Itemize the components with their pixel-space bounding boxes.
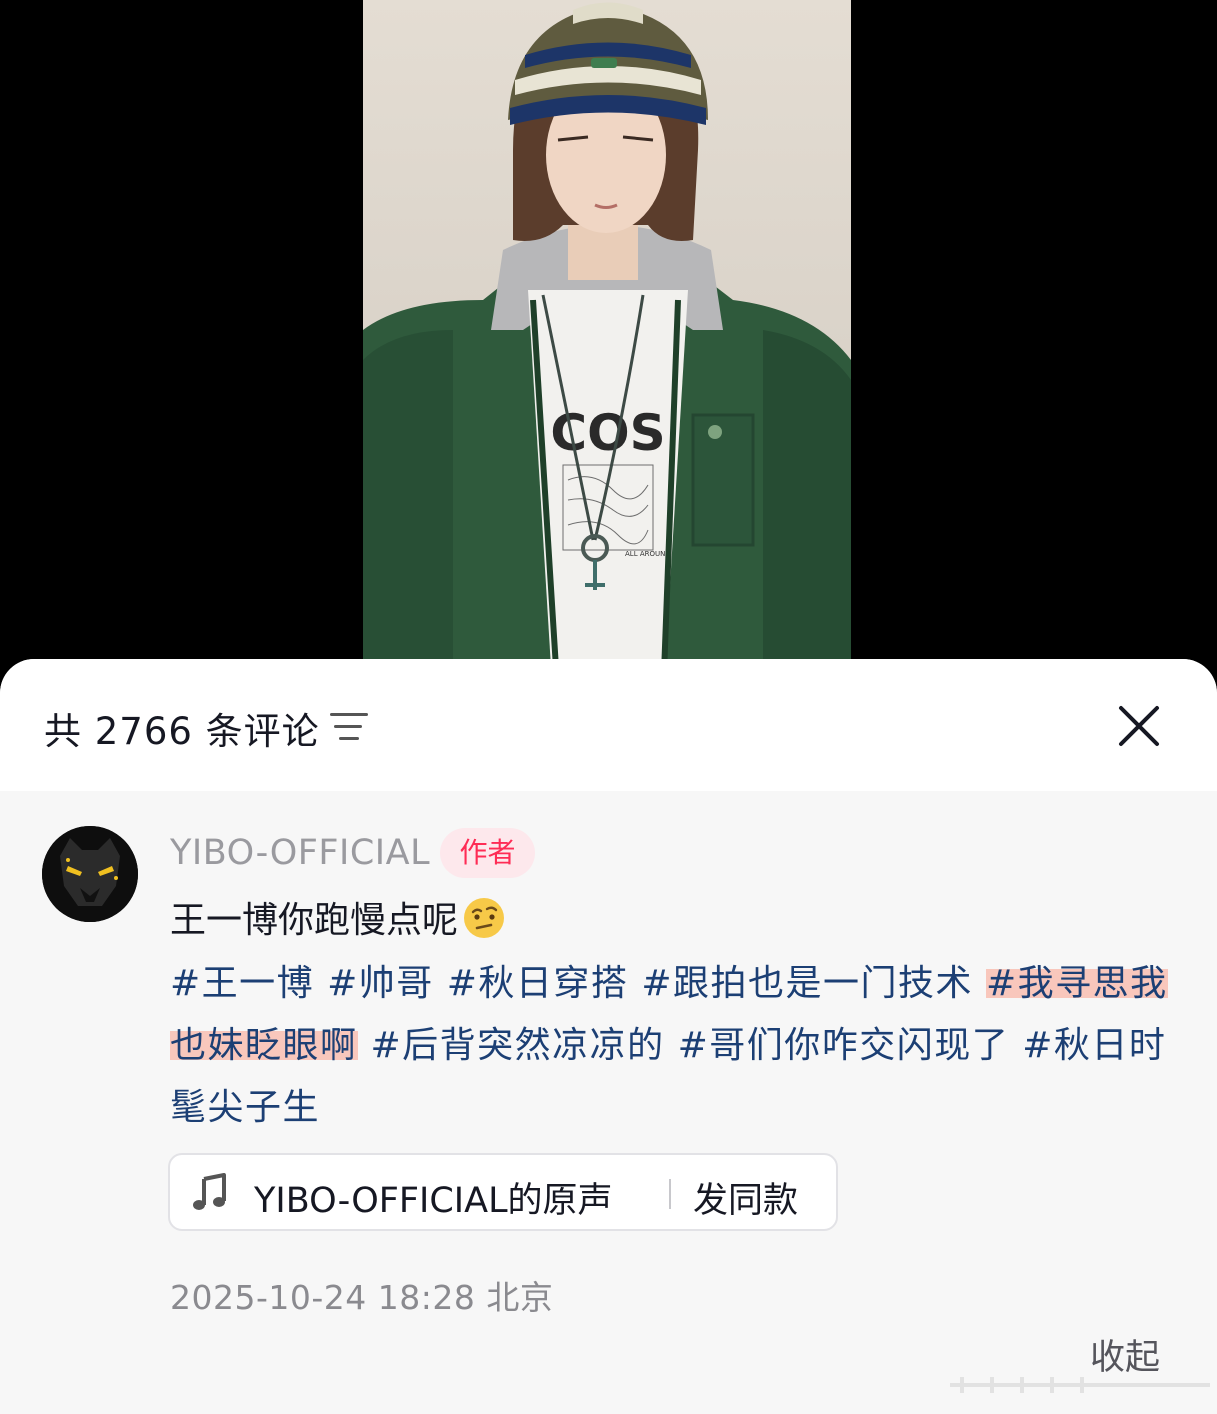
comment-body: 王一博你跑慢点呢 <box>170 900 459 941</box>
author-name[interactable]: YIBO-OFFICIAL <box>170 833 430 873</box>
video-person-illustration: COS ALL AROUND <box>363 2 851 700</box>
chip-divider <box>669 1179 671 1209</box>
music-note-icon <box>193 1173 226 1210</box>
comment-location: 北京 <box>486 1278 554 1317</box>
hashtag-link[interactable]: #后背突然凉凉的 <box>370 1025 664 1066</box>
hashtag-link[interactable]: #帅哥 <box>327 963 434 1004</box>
hashtag-link[interactable]: #王一博 <box>170 963 314 1004</box>
watermark-logo <box>950 1377 1210 1393</box>
comment-timestamp: 2025-10-24 18:28 <box>170 1278 476 1317</box>
sort-lines-icon[interactable] <box>330 711 368 743</box>
use-sound-button[interactable]: 发同款 <box>693 1172 798 1223</box>
hashtag-link[interactable]: #哥们你咋交闪现了 <box>678 1025 1010 1066</box>
comments-sheet: 共 2766 条评论 YIBO-OFFICIAL 作者 王一博你跑慢点呢 #王一… <box>0 659 1217 1414</box>
hashtag-list: #王一博 #帅哥 #秋日穿搭 #跟拍也是一门技术 #我寻思我也妹眨眼啊 #后背突… <box>170 953 1180 1139</box>
author-badge: 作者 <box>440 828 535 878</box>
hashtag-link[interactable]: #跟拍也是一门技术 <box>641 963 973 1004</box>
avatar[interactable] <box>42 826 138 922</box>
thinking-face-emoji-icon <box>464 898 505 938</box>
comments-header: 共 2766 条评论 <box>0 659 1217 791</box>
video-player[interactable]: COS ALL AROUND <box>0 0 1217 700</box>
comment-meta: 2025-10-24 18:28 北京 <box>170 1271 553 1319</box>
video-frame[interactable]: COS ALL AROUND <box>363 0 851 700</box>
original-sound-chip[interactable]: YIBO-OFFICIAL的原声 发同款 <box>168 1153 838 1231</box>
panther-avatar-icon <box>42 826 138 922</box>
comment-count: 共 2766 条评论 <box>44 710 320 753</box>
original-sound-label[interactable]: YIBO-OFFICIAL的原声 <box>254 1172 613 1223</box>
shirt-small-print: ALL AROUND <box>625 550 671 558</box>
close-x-icon[interactable] <box>1114 701 1164 751</box>
hashtag-link[interactable]: #秋日穿搭 <box>447 963 629 1004</box>
comment-text: 王一博你跑慢点呢 <box>170 891 506 943</box>
